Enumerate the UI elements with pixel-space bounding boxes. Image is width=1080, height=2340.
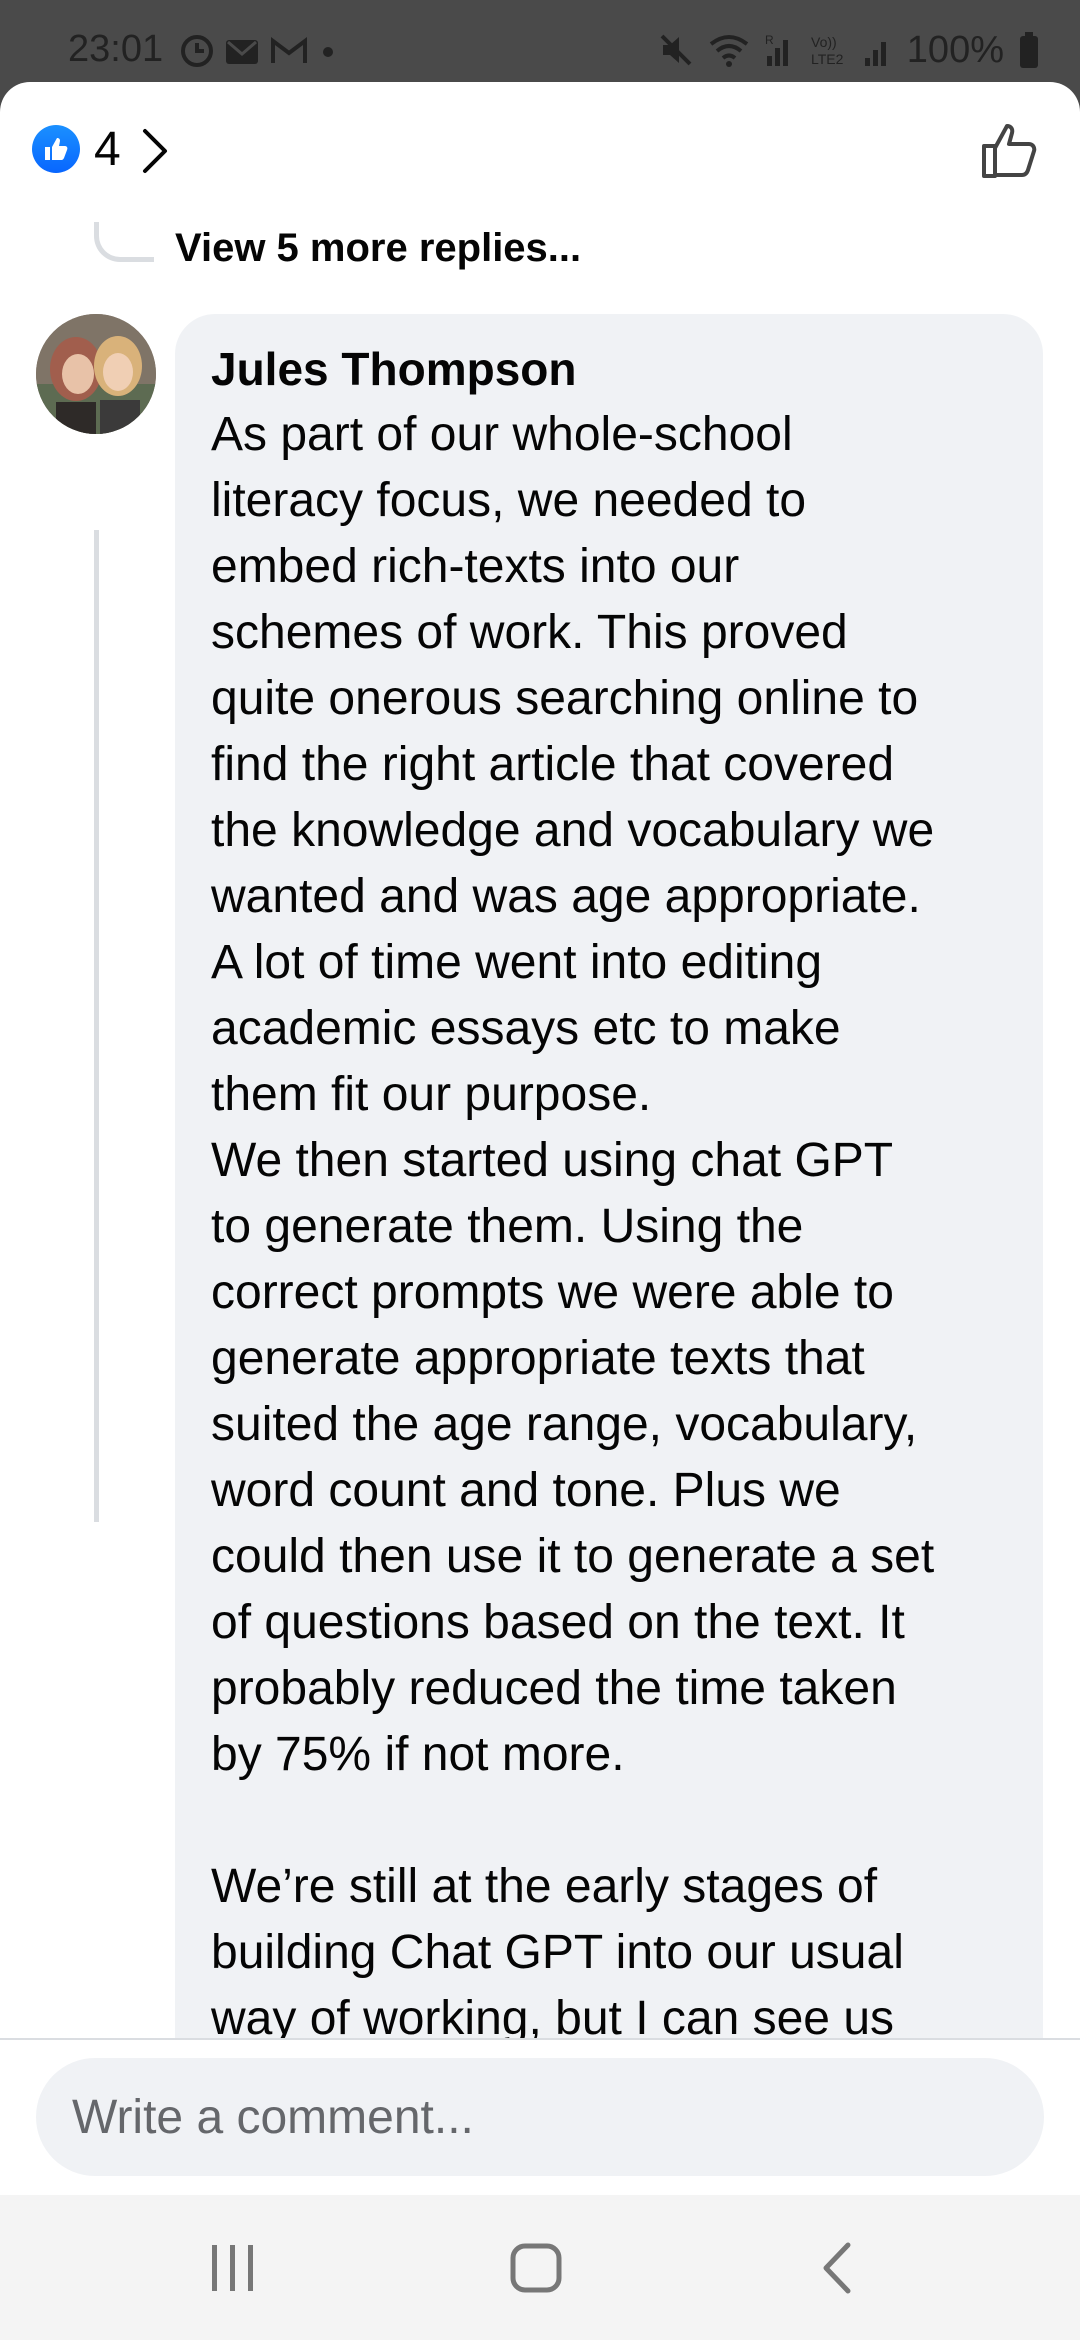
home-icon[interactable]	[508, 2239, 564, 2297]
comment-bubble[interactable]: Jules Thompson As part of our whole-scho…	[175, 314, 1043, 2195]
recent-apps-icon[interactable]	[208, 2239, 258, 2297]
comment-line: As part of our whole-school	[211, 408, 793, 461]
comment-line: quite onerous searching online to	[211, 672, 919, 725]
signal-r-icon: R	[765, 33, 788, 66]
comment-line: embed rich-texts into our	[211, 540, 740, 593]
comment-line: suited the age range, vocabulary,	[211, 1398, 918, 1451]
comment-author[interactable]: Jules Thompson	[211, 342, 576, 396]
battery-percent: 100%	[906, 28, 1004, 71]
comment-line: building Chat GPT into our usual	[211, 1926, 904, 1979]
comment-line: literacy focus, we needed to	[211, 474, 807, 527]
comment-line: them fit our purpose.	[211, 1068, 652, 1121]
mail-icon	[226, 40, 258, 64]
comment-line: correct prompts we were able to	[211, 1266, 894, 1319]
like-reaction-icon[interactable]	[32, 125, 80, 173]
wifi-icon	[709, 35, 749, 67]
volte-icon: Vo))LTE2	[811, 34, 844, 67]
comment-line: probably reduced the time taken	[211, 1662, 897, 1715]
comment-composer	[0, 2038, 1080, 2195]
navigation-bar	[0, 2195, 1080, 2340]
reply-connector	[94, 222, 154, 262]
comment-line: find the right article that covered	[211, 738, 895, 791]
comment-line	[211, 1788, 1031, 1854]
avatar[interactable]	[36, 314, 156, 434]
svg-text:LTE2: LTE2	[811, 51, 844, 67]
thread-line	[94, 530, 99, 1522]
comment-input[interactable]	[36, 2058, 1044, 2176]
comment-line: We’re still at the early stages of	[211, 1860, 878, 1913]
comment-line: A lot of time went into editing	[211, 936, 823, 989]
thumbs-up-icon[interactable]	[980, 120, 1040, 180]
reaction-count[interactable]: 4	[94, 122, 121, 177]
gmail-icon	[271, 37, 307, 63]
comment-line: wanted and was age appropriate.	[211, 870, 921, 923]
comment-line: We then started using chat GPT	[211, 1134, 894, 1187]
status-bar: 23:01 R Vo)) LTE2 100%	[0, 0, 1080, 82]
reactions-header: 4	[0, 82, 1080, 222]
comment-line: the knowledge and vocabulary we	[211, 804, 935, 857]
chevron-right-icon[interactable]	[140, 128, 170, 174]
comment-line: generate appropriate texts that	[211, 1332, 865, 1385]
svg-text:Vo)): Vo))	[811, 34, 837, 50]
sync-icon	[181, 35, 213, 67]
mute-icon	[660, 34, 692, 66]
comment-line: word count and tone. Plus we	[211, 1464, 841, 1517]
status-time: 23:01	[68, 28, 164, 70]
system-status-icons: R Vo)) LTE2 100%	[659, 28, 1040, 72]
comments-sheet: 4 View 5 more replies... Jules Thompson …	[0, 82, 1080, 2195]
comment-line: schemes of work. This proved	[211, 606, 848, 659]
comment-text: As part of our whole-school literacy foc…	[211, 402, 1031, 2052]
comment-line: could then use it to generate a set	[211, 1530, 935, 1583]
back-icon[interactable]	[818, 2239, 858, 2297]
notification-icons	[180, 34, 338, 68]
comment-line: by 75% if not more.	[211, 1728, 625, 1781]
battery-icon	[1020, 32, 1038, 68]
comment-line: of questions based on the text. It	[211, 1596, 905, 1649]
dot-icon	[323, 47, 333, 57]
comment-line: academic essays etc to make	[211, 1002, 841, 1055]
svg-text:R: R	[765, 33, 774, 47]
comment-line: to generate them. Using the	[211, 1200, 804, 1253]
view-more-replies-link[interactable]: View 5 more replies...	[175, 226, 581, 271]
signal-icon	[864, 42, 886, 66]
